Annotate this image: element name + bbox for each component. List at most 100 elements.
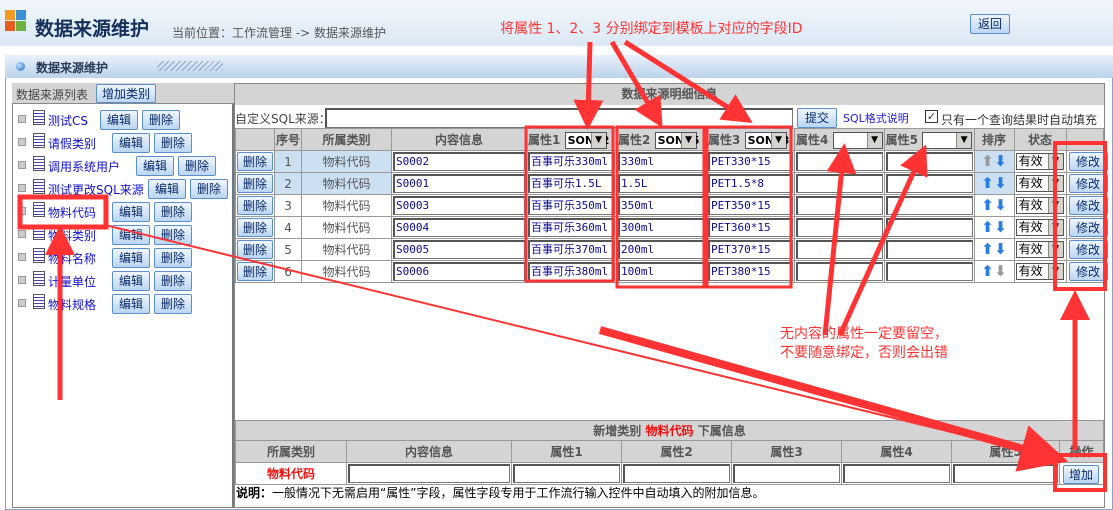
edit-button[interactable]: 编辑 <box>112 294 150 314</box>
edit-button[interactable]: 编辑 <box>112 133 150 153</box>
row-content-input[interactable]: S0006 <box>393 262 526 281</box>
row-delete-button[interactable]: 删除 <box>237 196 273 215</box>
edit-button[interactable]: 编辑 <box>112 225 150 245</box>
row-attr3-input[interactable]: PET380*15 <box>708 262 794 281</box>
row-attr5-input[interactable] <box>885 218 973 237</box>
row-attr3-input[interactable]: PET1.5*8 <box>708 174 794 193</box>
row-attr5-input[interactable] <box>885 262 973 281</box>
row-status-select[interactable]: 有效 ▼ <box>1015 219 1064 236</box>
back-button[interactable]: 返回 <box>970 14 1010 34</box>
row-delete-button[interactable]: 删除 <box>237 152 273 171</box>
delete-button[interactable]: 删除 <box>154 294 192 314</box>
tree-item-label[interactable]: 物料代码 <box>48 204 96 221</box>
tree-item-label[interactable]: 物料名称 <box>48 250 96 267</box>
add-button[interactable]: 增加 <box>1063 465 1099 484</box>
row-modify-button[interactable]: 修改 <box>1068 174 1108 193</box>
row-modify-button[interactable]: 修改 <box>1068 218 1108 237</box>
edit-button[interactable]: 编辑 <box>148 179 186 199</box>
row-content-input[interactable]: S0002 <box>393 152 526 171</box>
tree-item-label[interactable]: 测试CS <box>48 112 88 129</box>
move-down-icon[interactable]: ⬇ <box>994 153 1007 170</box>
add-category-button[interactable]: 增加类别 <box>96 84 156 103</box>
row-status-select[interactable]: 有效 ▼ <box>1015 241 1064 258</box>
row-modify-button[interactable]: 修改 <box>1068 196 1108 215</box>
move-down-icon[interactable]: ⬇ <box>994 241 1007 258</box>
edit-button[interactable]: 编辑 <box>112 202 150 222</box>
attr-binding-select[interactable]: ▼ <box>832 131 883 149</box>
attr-binding-select[interactable]: SON03 ▼ <box>744 131 789 149</box>
row-modify-button[interactable]: 修改 <box>1068 152 1108 171</box>
row-attr5-input[interactable] <box>885 196 973 215</box>
row-attr3-input[interactable]: PET370*15 <box>708 240 794 259</box>
row-attr4-input[interactable] <box>796 196 883 215</box>
delete-button[interactable]: 删除 <box>190 179 228 199</box>
row-attr4-input[interactable] <box>796 262 883 281</box>
delete-button[interactable]: 删除 <box>142 110 180 130</box>
tree-item-label[interactable]: 物料规格 <box>48 296 96 313</box>
row-modify-button[interactable]: 修改 <box>1068 240 1108 259</box>
row-delete-button[interactable]: 删除 <box>237 218 273 237</box>
row-attr2-input[interactable]: 350ml <box>618 196 706 215</box>
row-status-select[interactable]: 有效 ▼ <box>1015 153 1064 170</box>
row-content-input[interactable]: S0001 <box>393 174 526 193</box>
move-up-icon[interactable]: ⬆ <box>981 219 994 236</box>
row-content-input[interactable]: S0003 <box>393 196 526 215</box>
delete-button[interactable]: 删除 <box>178 156 216 176</box>
row-attr2-input[interactable]: 330ml <box>618 152 706 171</box>
move-up-icon[interactable]: ⬆ <box>981 153 994 170</box>
edit-button[interactable]: 编辑 <box>136 156 174 176</box>
add-attr4-input[interactable] <box>843 464 950 483</box>
row-attr1-input[interactable]: 百事可乐380ml <box>528 262 616 281</box>
row-attr2-input[interactable]: 200ml <box>618 240 706 259</box>
row-modify-button[interactable]: 修改 <box>1068 262 1108 281</box>
edit-button[interactable]: 编辑 <box>100 110 138 130</box>
row-attr2-input[interactable]: 100ml <box>618 262 706 281</box>
row-delete-button[interactable]: 删除 <box>237 174 273 193</box>
row-content-input[interactable]: S0005 <box>393 240 526 259</box>
row-attr3-input[interactable]: PET360*15 <box>708 218 794 237</box>
row-attr1-input[interactable]: 百事可乐370ml <box>528 240 616 259</box>
move-down-icon[interactable]: ⬇ <box>994 197 1007 214</box>
tree-item-label[interactable]: 计量单位 <box>48 273 96 290</box>
row-status-select[interactable]: 有效 ▼ <box>1015 263 1064 280</box>
add-attr3-input[interactable] <box>733 464 840 483</box>
row-attr5-input[interactable] <box>885 174 973 193</box>
delete-button[interactable]: 删除 <box>154 271 192 291</box>
delete-button[interactable]: 删除 <box>154 248 192 268</box>
row-status-select[interactable]: 有效 ▼ <box>1015 197 1064 214</box>
delete-button[interactable]: 删除 <box>154 133 192 153</box>
move-up-icon[interactable]: ⬆ <box>981 263 994 280</box>
delete-button[interactable]: 删除 <box>154 225 192 245</box>
submit-button[interactable]: 提交 <box>797 108 837 128</box>
move-up-icon[interactable]: ⬆ <box>981 175 994 192</box>
add-attr1-input[interactable] <box>513 464 620 483</box>
move-down-icon[interactable]: ⬇ <box>994 219 1007 236</box>
attr-binding-select[interactable]: SON02 ▼ <box>564 131 609 149</box>
edit-button[interactable]: 编辑 <box>112 271 150 291</box>
tree-item-label[interactable]: 请假类别 <box>48 135 96 152</box>
row-delete-button[interactable]: 删除 <box>237 240 273 259</box>
row-attr5-input[interactable] <box>885 240 973 259</box>
attr-binding-select[interactable]: ▼ <box>922 131 973 149</box>
row-attr1-input[interactable]: 百事可乐1.5L <box>528 174 616 193</box>
sql-input[interactable] <box>325 108 793 128</box>
row-attr4-input[interactable] <box>796 174 883 193</box>
row-attr4-input[interactable] <box>796 218 883 237</box>
row-status-select[interactable]: 有效 ▼ <box>1015 175 1064 192</box>
delete-button[interactable]: 删除 <box>154 202 192 222</box>
move-up-icon[interactable]: ⬆ <box>981 197 994 214</box>
row-attr4-input[interactable] <box>796 152 883 171</box>
move-up-icon[interactable]: ⬆ <box>981 241 994 258</box>
tree-item-label[interactable]: 调用系统用户 <box>48 158 120 175</box>
add-content-input[interactable] <box>348 464 510 483</box>
row-attr1-input[interactable]: 百事可乐360ml <box>528 218 616 237</box>
row-attr4-input[interactable] <box>796 240 883 259</box>
row-attr3-input[interactable]: PET350*15 <box>708 196 794 215</box>
attr-binding-select[interactable]: SON05 ▼ <box>654 131 699 149</box>
row-attr3-input[interactable]: PET330*15 <box>708 152 794 171</box>
edit-button[interactable]: 编辑 <box>112 248 150 268</box>
add-attr5-input[interactable] <box>953 464 1058 483</box>
autofill-checkbox[interactable]: ✓ <box>925 110 938 123</box>
row-attr5-input[interactable] <box>885 152 973 171</box>
sql-help-link[interactable]: SQL格式说明 <box>843 110 909 126</box>
